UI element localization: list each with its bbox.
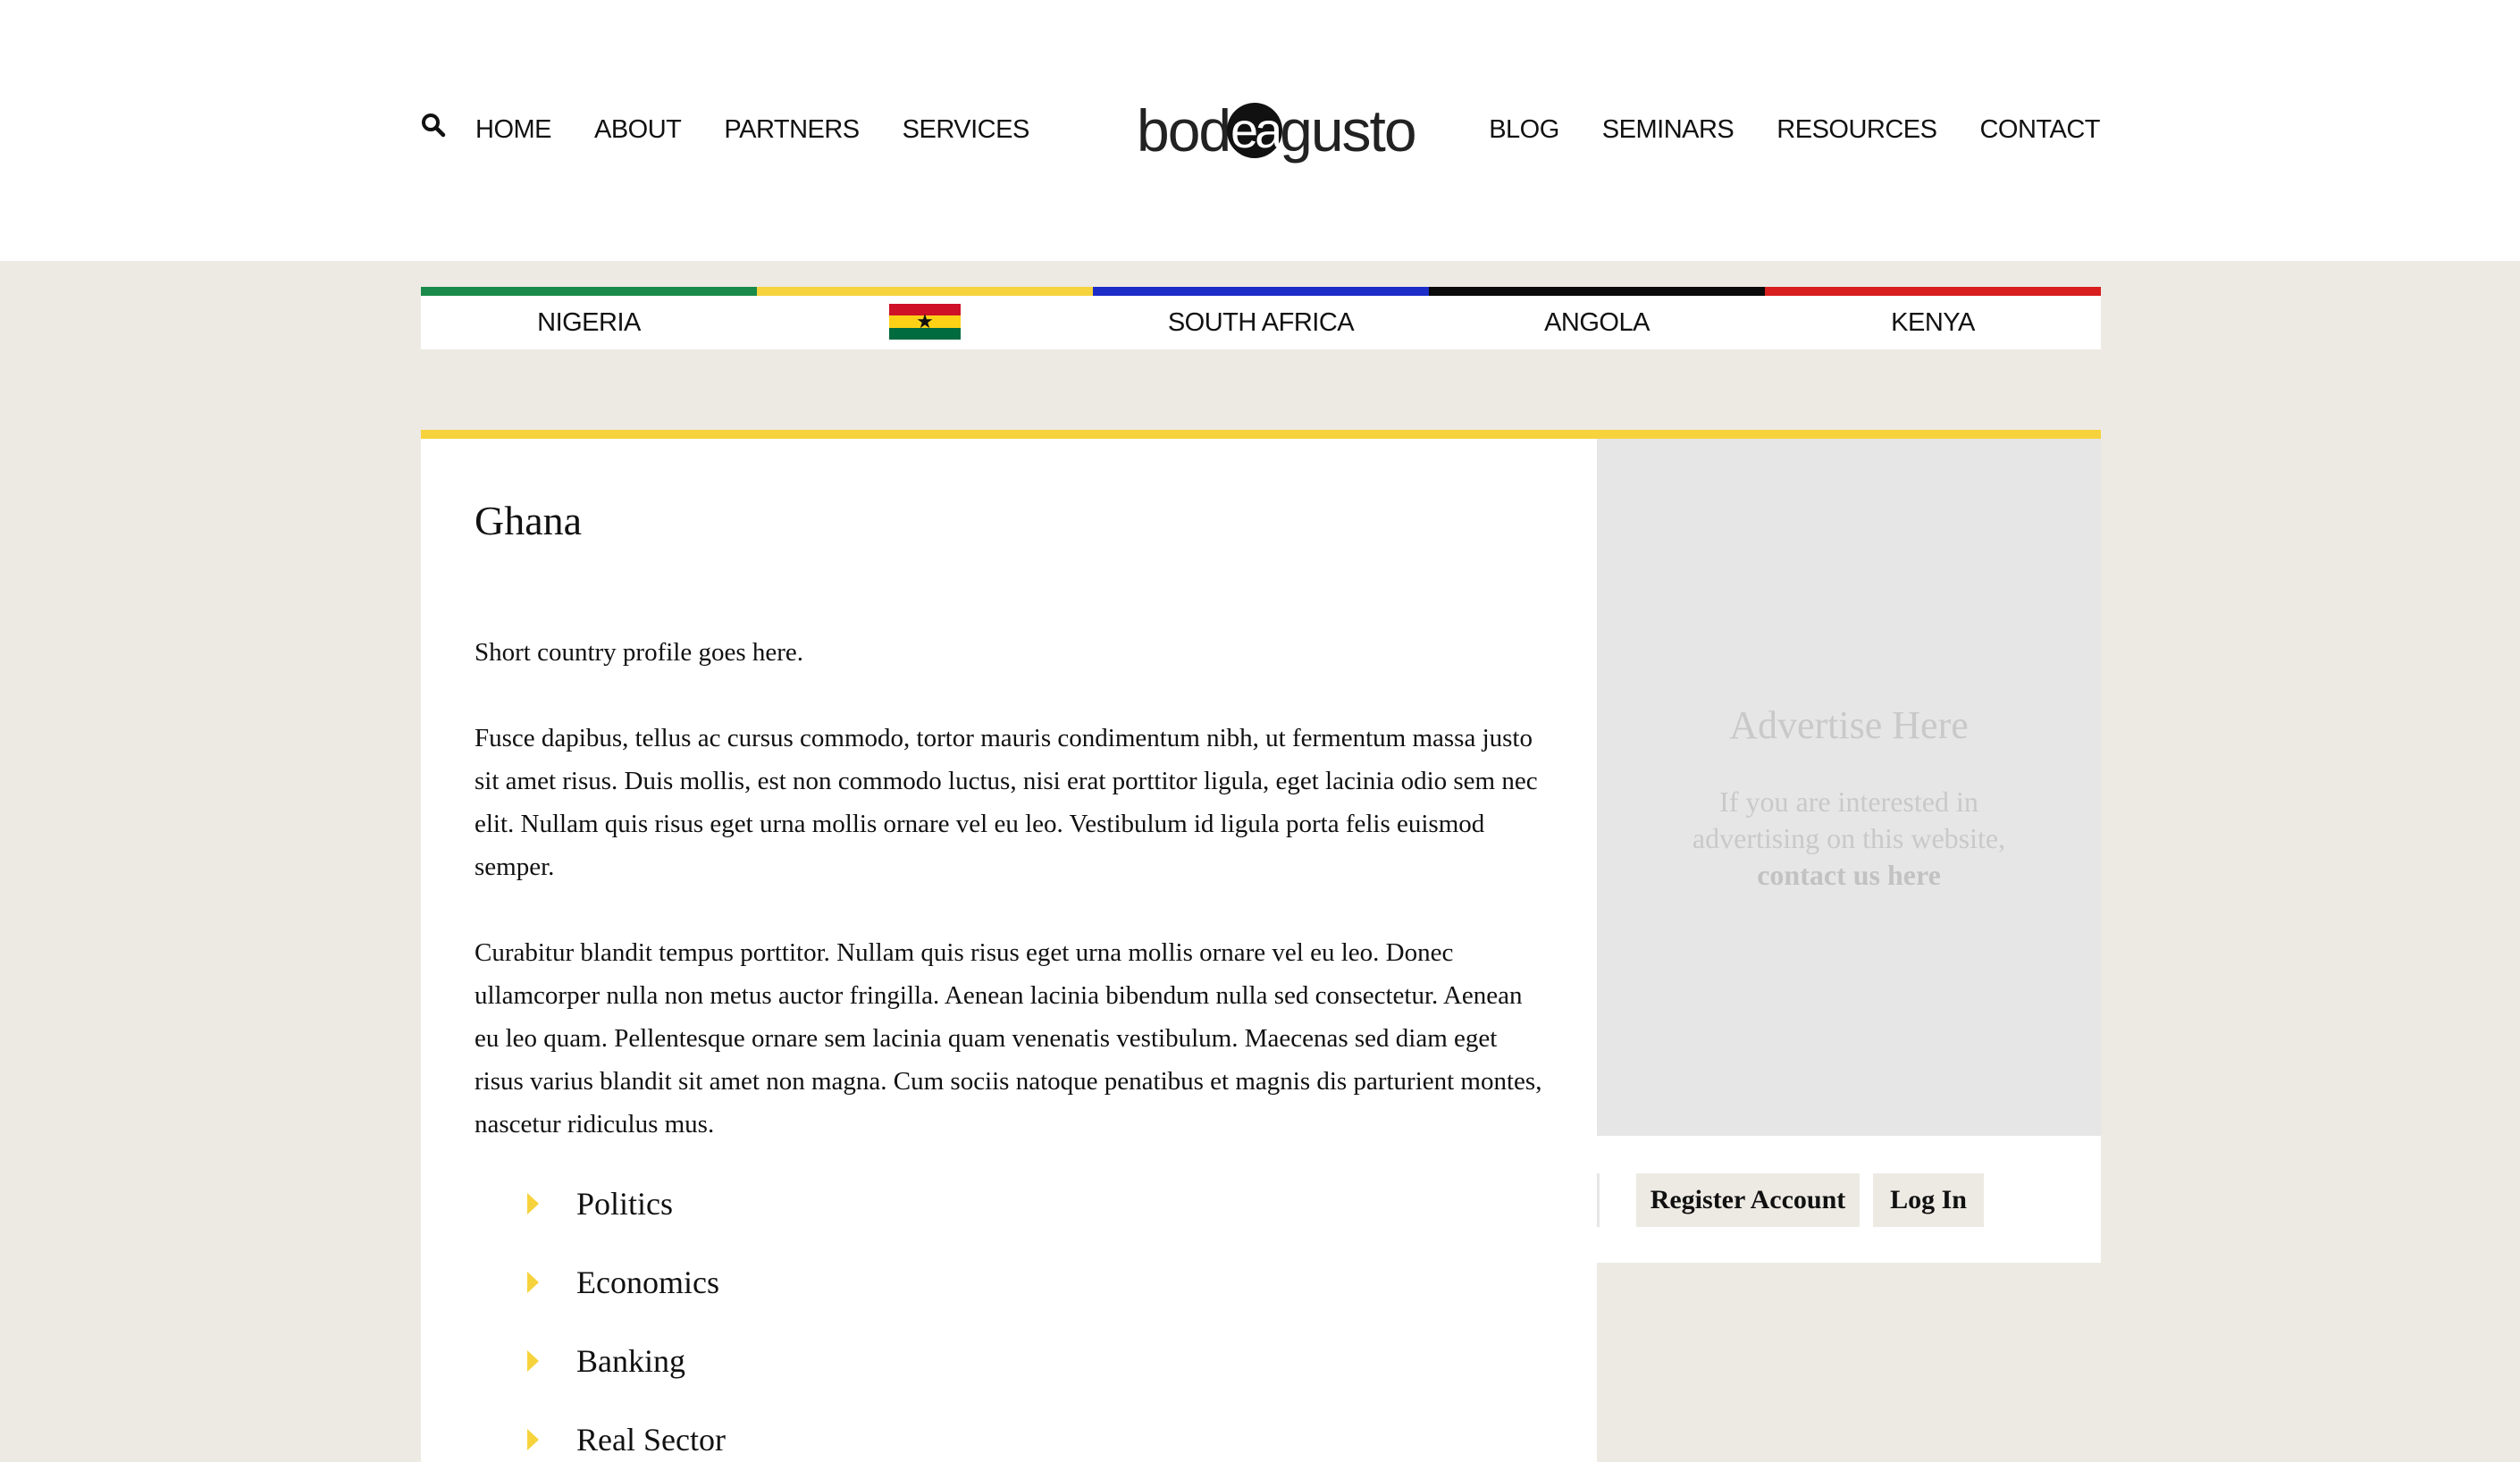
tab-south-africa[interactable]: SOUTH AFRICA	[1093, 287, 1429, 349]
country-profile: Short country profile goes here. Fusce d…	[475, 631, 1547, 1189]
topic-label: Real Sector	[576, 1422, 726, 1458]
advertise-box: Advertise Here If you are interested in …	[1597, 439, 2101, 1136]
tab-stripe	[421, 287, 757, 296]
logo-text-circle: ea	[1227, 103, 1282, 158]
nav-services[interactable]: SERVICES	[903, 109, 1030, 150]
log-in-button[interactable]: Log In	[1873, 1173, 1984, 1227]
star-icon: ★	[916, 310, 934, 332]
ad-text: If you are interested in advertising on …	[1679, 784, 2019, 894]
ad-title: Advertise Here	[1729, 703, 1969, 747]
tab-nigeria[interactable]: NIGERIA	[421, 287, 757, 349]
site-header: HOME ABOUT PARTNERS SERVICES bod ea gust…	[0, 0, 2520, 261]
tab-stripe	[757, 287, 1093, 296]
profile-paragraph: Fusce dapibus, tellus ac cursus commodo,…	[475, 724, 1538, 881]
tab-stripe	[1765, 287, 2101, 296]
logo-text-end: gusto	[1280, 97, 1416, 164]
nav-home[interactable]: HOME	[475, 109, 552, 150]
tab-stripe	[1093, 287, 1429, 296]
nav-left: HOME ABOUT PARTNERS SERVICES	[420, 109, 1029, 150]
profile-paragraph: Short country profile goes here.	[475, 638, 804, 667]
tab-label: KENYA	[1891, 307, 1975, 337]
contact-us-link[interactable]: contact us here	[1679, 857, 2019, 894]
profile-paragraph: Curabitur blandit tempus porttitor. Null…	[475, 938, 1542, 1139]
page-title: Ghana	[475, 498, 583, 543]
account-panel: Register Account Log In	[1597, 1136, 2101, 1263]
divider	[1597, 1173, 1600, 1227]
ghana-flag-icon: ★	[889, 304, 961, 340]
logo-text-start: bod	[1137, 97, 1231, 164]
tab-kenya[interactable]: KENYA	[1765, 287, 2101, 349]
tab-ghana[interactable]: ★	[757, 287, 1093, 349]
topic-list: Politics Economics Banking Real Sector	[475, 1164, 726, 1462]
tab-angola[interactable]: ANGOLA	[1429, 287, 1765, 349]
caret-right-icon	[527, 1350, 539, 1372]
ad-description: If you are interested in advertising on …	[1692, 786, 2006, 854]
topic-politics[interactable]: Politics	[475, 1164, 726, 1243]
nav-about[interactable]: ABOUT	[594, 109, 682, 150]
nav-resources[interactable]: RESOURCES	[1777, 109, 1937, 150]
nav-contact[interactable]: CONTACT	[1979, 109, 2100, 150]
register-account-button[interactable]: Register Account	[1636, 1173, 1860, 1227]
topic-label: Politics	[576, 1186, 674, 1222]
main-content: Ghana Short country profile goes here. F…	[421, 430, 1597, 1462]
nav-partners[interactable]: PARTNERS	[724, 109, 860, 150]
tab-stripe	[1429, 287, 1765, 296]
topic-economics[interactable]: Economics	[475, 1243, 726, 1322]
tab-label: ANGOLA	[1544, 307, 1650, 337]
country-tabs: NIGERIA ★ SOUTH AFRICA ANGOLA KENYA	[421, 287, 2101, 349]
topic-label: Economics	[576, 1265, 719, 1300]
caret-right-icon	[527, 1429, 539, 1450]
site-logo[interactable]: bod ea gusto	[1137, 95, 1417, 166]
search-icon[interactable]	[420, 112, 447, 139]
tab-label: NIGERIA	[537, 307, 641, 337]
nav-right: BLOG SEMINARS RESOURCES CONTACT	[1489, 109, 2100, 150]
topic-label: Banking	[576, 1343, 685, 1379]
accent-line	[421, 430, 2101, 439]
nav-blog[interactable]: BLOG	[1489, 109, 1559, 150]
caret-right-icon	[527, 1272, 539, 1293]
caret-right-icon	[527, 1193, 539, 1214]
topic-banking[interactable]: Banking	[475, 1322, 726, 1400]
tab-label: SOUTH AFRICA	[1167, 307, 1355, 337]
nav-seminars[interactable]: SEMINARS	[1602, 109, 1735, 150]
topic-real-sector[interactable]: Real Sector	[475, 1400, 726, 1462]
